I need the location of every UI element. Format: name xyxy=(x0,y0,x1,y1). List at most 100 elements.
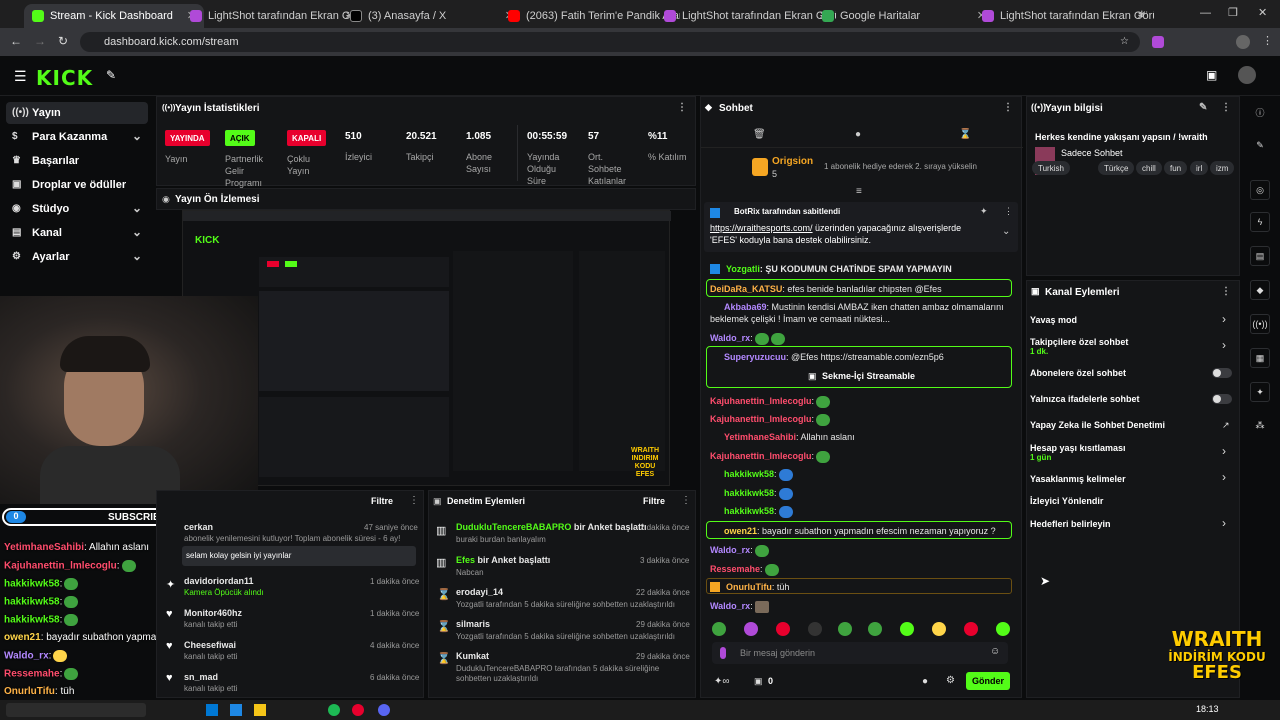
feed-username[interactable]: silmaris xyxy=(456,619,490,629)
tv-icon[interactable]: ▣ xyxy=(1206,68,1217,82)
ai-moderation-item[interactable]: Yapay Zeka ile Sohbet Denetimi xyxy=(1030,420,1165,430)
wrench-icon[interactable]: ✦ xyxy=(1250,382,1270,402)
emoji-icon[interactable]: ☺ xyxy=(990,646,1000,657)
close-window-icon[interactable]: ✕ xyxy=(1258,6,1267,19)
layers-icon[interactable]: ▦ xyxy=(1250,348,1270,368)
apps-icon[interactable]: ⁂ xyxy=(1250,416,1270,436)
taskbar-search[interactable] xyxy=(6,703,146,717)
emote-icon[interactable] xyxy=(868,622,882,636)
more-options-icon[interactable]: ⋮ xyxy=(1221,286,1231,297)
info-icon[interactable]: ⓘ xyxy=(1250,102,1270,122)
chevron-down-icon[interactable]: ⌄ xyxy=(1002,226,1010,237)
sidebar-item-stream[interactable]: ((•)) Yayın xyxy=(6,102,148,124)
document-icon[interactable]: ▤ xyxy=(1250,246,1270,266)
edge-icon[interactable] xyxy=(206,704,218,716)
emote-icon[interactable] xyxy=(776,622,790,636)
chat-bubble-icon[interactable]: ● xyxy=(922,676,928,687)
explorer-icon[interactable] xyxy=(254,704,266,716)
tab-youtube[interactable]: (2063) Fatih Terim'e Pandik Atan✕ xyxy=(500,4,680,28)
chevron-right-icon[interactable]: › xyxy=(1222,444,1226,458)
stream-category[interactable]: Sadece Sohbet xyxy=(1061,148,1123,158)
browser-menu-icon[interactable]: ⋮ xyxy=(1262,34,1273,47)
sidebar-item-channel[interactable]: ▤ Kanal ⌄ xyxy=(6,222,148,244)
account-age-item[interactable]: Hesap yaşı kısıtlaması xyxy=(1030,443,1126,453)
broadcast-icon[interactable]: ((•)) xyxy=(1250,314,1270,334)
feed-username[interactable]: cerkan xyxy=(184,522,213,532)
gift-icon[interactable]: ▣ xyxy=(754,676,763,687)
filter-button[interactable]: Filtre xyxy=(643,496,665,506)
extension-icon[interactable] xyxy=(1152,36,1164,48)
emote-icon[interactable] xyxy=(900,622,914,636)
chevron-right-icon[interactable]: › xyxy=(1222,470,1226,484)
emote-icon[interactable] xyxy=(838,622,852,636)
points-icon[interactable]: ✦∞ xyxy=(714,676,730,687)
settings-icon[interactable]: ⚙ xyxy=(946,675,955,686)
chevron-right-icon[interactable]: › xyxy=(1222,516,1226,530)
forward-icon[interactable]: → xyxy=(34,34,46,48)
sidebar-item-monetization[interactable]: $ Para Kazanma ⌄ xyxy=(6,126,148,148)
chevron-right-icon[interactable]: › xyxy=(1222,338,1226,352)
minimize-icon[interactable]: — xyxy=(1200,7,1211,19)
target-icon[interactable]: ◎ xyxy=(1250,180,1270,200)
kick-logo[interactable]: KICK xyxy=(36,66,93,90)
gift-leader-name[interactable]: Origsion xyxy=(772,156,813,167)
hamburger-menu-icon[interactable]: ☰ xyxy=(14,68,27,85)
tab-x[interactable]: (3) Anasayfa / X✕ xyxy=(342,4,522,28)
raid-item[interactable]: İzleyici Yönlendir xyxy=(1030,496,1103,506)
user-avatar[interactable] xyxy=(1238,66,1256,84)
chrome-icon[interactable] xyxy=(352,704,364,716)
more-options-icon[interactable]: ⋮ xyxy=(677,102,687,113)
more-options-icon[interactable]: ⋮ xyxy=(681,495,691,506)
pin-icon[interactable]: ✎ xyxy=(106,68,116,82)
pin-icon[interactable]: ✦ xyxy=(980,206,988,217)
tab-lightshot-2[interactable]: LightShot tarafından Ekran Görü✕ xyxy=(656,4,836,28)
more-options-icon[interactable]: ⋮ xyxy=(1003,102,1013,113)
tab-google-maps[interactable]: Google Haritalar✕ xyxy=(814,4,994,28)
profile-avatar[interactable] xyxy=(1236,35,1250,49)
emote-icon[interactable] xyxy=(808,622,822,636)
subscribers-only-toggle[interactable] xyxy=(1212,368,1232,378)
url-input[interactable]: dashboard.kick.com/stream xyxy=(80,32,1140,52)
send-button[interactable]: Gönder xyxy=(966,672,1010,690)
set-goals-item[interactable]: Hedefleri belirleyin xyxy=(1030,519,1111,529)
feed-username[interactable]: davidoriordan11 xyxy=(184,576,254,586)
emote-icon[interactable] xyxy=(996,622,1010,636)
chat-input[interactable]: Bir mesaj gönderin ☺ xyxy=(712,642,1008,664)
feed-username[interactable]: sn_mad xyxy=(184,672,218,682)
followers-only-item[interactable]: Takipçilere özel sohbet xyxy=(1030,337,1128,347)
banned-words-item[interactable]: Yasaklanmış kelimeler xyxy=(1030,474,1126,484)
maximize-icon[interactable]: ❐ xyxy=(1228,6,1238,19)
feed-username[interactable]: Cheesefiwai xyxy=(184,640,236,650)
chevron-right-icon[interactable]: › xyxy=(1222,312,1226,326)
more-options-icon[interactable]: ⋮ xyxy=(409,495,419,506)
lightning-icon[interactable]: ϟ xyxy=(1250,212,1270,232)
edit-icon[interactable]: ✎ xyxy=(1250,136,1270,156)
tab-kick-dashboard[interactable]: Stream - Kick Dashboard✕ xyxy=(24,4,204,28)
feed-username[interactable]: Monitor460hz xyxy=(184,608,242,618)
streamable-embed-label[interactable]: Sekme-İçi Streamable xyxy=(822,371,915,381)
app-icon[interactable] xyxy=(230,704,242,716)
chat-bubble-icon[interactable]: ● xyxy=(855,129,861,140)
back-icon[interactable]: ← xyxy=(10,34,22,48)
new-tab-icon[interactable]: + xyxy=(1138,6,1146,21)
filter-button[interactable]: Filtre xyxy=(371,496,393,506)
more-options-icon[interactable]: ⋮ xyxy=(1004,206,1013,217)
sidebar-item-settings[interactable]: ⚙ Ayarlar ⌄ xyxy=(6,246,148,268)
more-options-icon[interactable]: ⋮ xyxy=(1221,102,1231,113)
emote-icon[interactable] xyxy=(964,622,978,636)
tab-lightshot-1[interactable]: LightShot tarafından Ekran Görü✕ xyxy=(182,4,362,28)
sidebar-item-drops[interactable]: ▣ Droplar ve ödüller xyxy=(6,174,148,196)
trash-icon[interactable]: 🗑 xyxy=(753,129,766,140)
emote-only-toggle[interactable] xyxy=(1212,394,1232,404)
emote-icon[interactable] xyxy=(932,622,946,636)
spotify-icon[interactable] xyxy=(328,704,340,716)
sidebar-item-studio[interactable]: ◉ Stüdyo ⌄ xyxy=(6,198,148,220)
chat-bubble-icon[interactable]: ◆ xyxy=(1250,280,1270,300)
feed-username[interactable]: erodayi_14 xyxy=(456,587,503,597)
tab-lightshot-3[interactable]: LightShot tarafından Ekran Görü ✕ xyxy=(974,4,1154,28)
bookmark-star-icon[interactable]: ☆ xyxy=(1120,36,1129,47)
edit-icon[interactable]: ✎ xyxy=(1199,102,1207,113)
hourglass-icon[interactable]: ⌛ xyxy=(959,129,971,140)
slow-mode-item[interactable]: Yavaş mod xyxy=(1030,315,1077,325)
external-link-icon[interactable]: ↗ xyxy=(1222,420,1230,431)
